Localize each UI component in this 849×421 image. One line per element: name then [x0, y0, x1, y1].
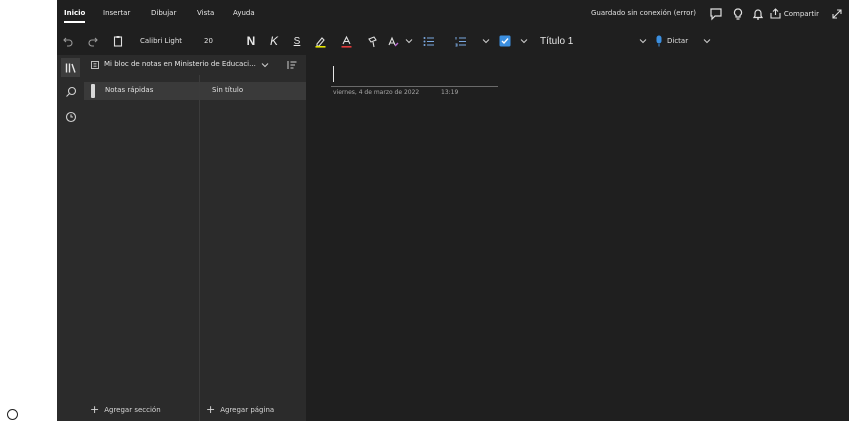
- chevron-down-icon: [639, 37, 647, 45]
- style-value: Título 1: [540, 35, 574, 47]
- chevron-down-icon[interactable]: [519, 32, 529, 50]
- add-section-label: Agregar sección: [104, 406, 161, 414]
- pages-pane: Sin título + Agregar página: [200, 75, 306, 421]
- add-page-label: Agregar página: [220, 406, 275, 414]
- circle-icon: [7, 409, 18, 420]
- bullet-list-icon[interactable]: [420, 32, 436, 50]
- page-item[interactable]: Sin título: [200, 82, 306, 100]
- tab-insertar[interactable]: Insertar: [103, 7, 130, 23]
- page-date: viernes, 4 de marzo de 2022: [333, 89, 420, 96]
- page-canvas[interactable]: viernes, 4 de marzo de 2022 13:19: [306, 55, 849, 421]
- page-label: Sin título: [212, 86, 244, 94]
- redo-icon[interactable]: [85, 32, 101, 50]
- bell-icon[interactable]: [751, 7, 765, 21]
- share-label: Compartir: [783, 9, 819, 18]
- notebooks-icon[interactable]: [61, 58, 80, 77]
- dictate-label: Dictar: [667, 37, 689, 45]
- ribbon-toolbar: Calibri Light 20 N K S Título 1 Dictar: [57, 27, 849, 55]
- tab-vista[interactable]: Vista: [197, 7, 214, 23]
- clipboard-icon[interactable]: [110, 32, 126, 50]
- tab-ayuda[interactable]: Ayuda: [233, 7, 255, 23]
- page-title-underline: [331, 86, 498, 87]
- expand-icon[interactable]: [831, 8, 845, 22]
- dictate-button[interactable]: Dictar: [655, 32, 697, 50]
- chevron-down-icon[interactable]: [702, 32, 712, 50]
- add-page-button[interactable]: + Agregar página: [206, 403, 275, 416]
- chevron-down-icon[interactable]: [481, 32, 491, 50]
- share-button[interactable]: Compartir: [770, 8, 819, 19]
- ribbon-tabs: Inicio Insertar Dibujar Vista Ayuda Guar…: [57, 0, 849, 27]
- title-caret[interactable]: [333, 66, 334, 82]
- font-size-select[interactable]: 20: [201, 32, 234, 50]
- todo-checkbox-icon[interactable]: [498, 32, 512, 50]
- notebook-title: Mi bloc de notas en Ministerio de Educac…: [104, 60, 256, 68]
- search-icon[interactable]: [61, 82, 80, 101]
- highlighter-icon[interactable]: [312, 32, 328, 50]
- sort-icon[interactable]: [286, 59, 298, 71]
- underline-button[interactable]: S: [290, 32, 304, 50]
- plus-icon: +: [90, 403, 100, 416]
- chevron-down-icon[interactable]: [404, 32, 414, 50]
- sections-pane: Notas rápidas + Agregar sección: [84, 75, 200, 421]
- font-color-icon[interactable]: [338, 32, 354, 50]
- bold-button[interactable]: N: [244, 32, 258, 50]
- microphone-icon: [655, 35, 663, 47]
- notebook-icon: [91, 61, 99, 69]
- italic-button[interactable]: K: [267, 32, 281, 50]
- format-painter-icon[interactable]: [365, 32, 381, 50]
- feedback-icon[interactable]: [709, 7, 723, 21]
- plus-icon: +: [206, 403, 216, 416]
- style-select[interactable]: Título 1: [537, 32, 647, 50]
- tab-dibujar[interactable]: Dibujar: [151, 7, 176, 23]
- chevron-down-icon: [261, 61, 269, 69]
- undo-icon[interactable]: [60, 32, 76, 50]
- numbered-list-icon[interactable]: [452, 32, 468, 50]
- onenote-app: Inicio Insertar Dibujar Vista Ayuda Guar…: [57, 0, 849, 421]
- save-status: Guardado sin conexión (error): [590, 9, 696, 17]
- page-time: 13:19: [441, 89, 459, 96]
- lightbulb-icon[interactable]: [731, 7, 745, 21]
- share-icon: [770, 8, 781, 19]
- add-section-button[interactable]: + Agregar sección: [90, 403, 161, 416]
- navigation-rail: [57, 55, 84, 421]
- section-label: Notas rápidas: [105, 86, 154, 94]
- clock-icon[interactable]: [61, 107, 80, 126]
- text-styles-icon[interactable]: [385, 32, 401, 50]
- section-color-tab: [91, 84, 95, 98]
- section-item[interactable]: Notas rápidas: [84, 82, 199, 100]
- tab-inicio[interactable]: Inicio: [64, 7, 86, 23]
- notebook-header[interactable]: Mi bloc de notas en Ministerio de Educac…: [84, 55, 306, 75]
- font-name-select[interactable]: Calibri Light: [137, 32, 200, 50]
